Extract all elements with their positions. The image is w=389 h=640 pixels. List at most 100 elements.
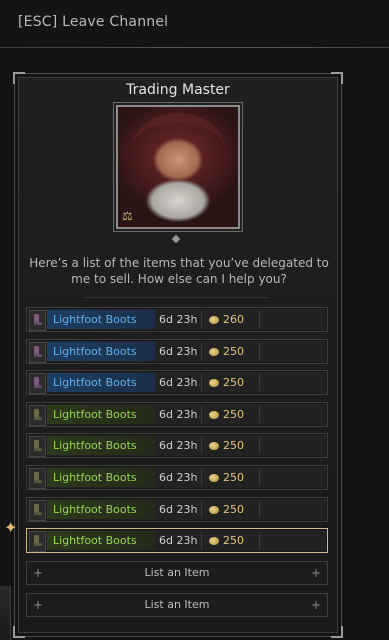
scales-icon: ⚖	[122, 209, 133, 223]
listing-list: Lightfoot Boots 6d 23h 260 Lightfoot Boots 6…	[26, 307, 328, 618]
npc-portrait: ⚖	[116, 105, 240, 229]
column-divider	[259, 311, 260, 328]
time-remaining: 6d 23h	[159, 502, 198, 516]
time-remaining: 6d 23h	[159, 470, 198, 484]
item-slot	[29, 531, 46, 553]
column-divider	[201, 468, 202, 486]
listing-row[interactable]: Lightfoot Boots 6d 23h 250	[26, 464, 328, 490]
frame-edge-decoration	[0, 586, 11, 640]
gold-coin-icon	[209, 537, 219, 546]
item-name: Lightfoot Boots	[47, 531, 155, 551]
gold-coin-icon	[209, 473, 219, 482]
item-name: Lightfoot Boots	[47, 341, 155, 361]
boots-icon	[34, 535, 42, 547]
portrait-anchor-ornament	[171, 234, 181, 244]
boots-icon	[34, 440, 42, 452]
item-slot	[29, 467, 46, 489]
item-price: 250	[209, 466, 244, 489]
item-slot	[29, 373, 46, 395]
time-remaining: 6d 23h	[159, 344, 198, 358]
column-divider	[201, 374, 202, 392]
item-name: Lightfoot Boots	[47, 373, 155, 393]
boots-icon	[34, 345, 42, 357]
column-divider	[201, 532, 202, 550]
price-value: 250	[223, 502, 244, 516]
price-value: 260	[223, 313, 244, 326]
list-an-item-button[interactable]: + List an Item +	[26, 561, 328, 586]
time-remaining: 6d 23h	[159, 376, 198, 390]
boots-icon	[34, 377, 42, 389]
listing-row[interactable]: Lightfoot Boots 6d 23h 250	[26, 496, 328, 522]
item-price: 250	[209, 529, 244, 552]
top-divider	[0, 47, 389, 48]
column-divider	[259, 437, 260, 455]
plus-icon: +	[33, 598, 44, 613]
boots-icon	[34, 471, 42, 483]
item-slot	[29, 499, 46, 521]
listing-row[interactable]: Lightfoot Boots 6d 23h 250	[26, 528, 328, 554]
item-name: Lightfoot Boots	[47, 467, 155, 487]
listing-row[interactable]: Lightfoot Boots 6d 23h 250	[26, 338, 328, 364]
column-divider	[259, 405, 260, 423]
listing-row[interactable]: Lightfoot Boots 6d 23h 250	[26, 433, 328, 459]
item-price: 250	[209, 403, 244, 426]
item-slot	[29, 404, 46, 426]
price-value: 250	[223, 376, 244, 390]
listing-row[interactable]: Lightfoot Boots 6d 23h 260	[26, 307, 328, 332]
column-divider	[201, 342, 202, 360]
listing-row[interactable]: Lightfoot Boots 6d 23h 250	[26, 370, 328, 396]
price-value: 250	[223, 439, 244, 453]
corner-ornament	[13, 626, 25, 638]
boots-icon	[34, 314, 42, 325]
plus-icon: +	[310, 566, 321, 581]
boots-icon	[34, 408, 42, 420]
column-divider	[201, 405, 202, 423]
list-an-item-label: List an Item	[144, 598, 210, 612]
portrait-hood	[132, 113, 224, 183]
column-divider	[259, 374, 260, 392]
gold-coin-icon	[209, 379, 219, 388]
item-price: 260	[209, 308, 244, 331]
item-price: 250	[209, 340, 244, 363]
item-name: Lightfoot Boots	[47, 499, 155, 519]
column-divider	[201, 500, 202, 518]
column-divider	[259, 342, 260, 360]
item-slot	[29, 341, 46, 363]
time-remaining: 6d 23h	[159, 313, 198, 326]
trading-master-panel: Trading Master ⚖ Here’s a list of the it…	[13, 72, 343, 638]
leave-channel-button[interactable]: [ESC] Leave Channel	[18, 14, 168, 30]
gold-coin-icon	[209, 347, 219, 356]
column-divider	[259, 500, 260, 518]
dotted-divider	[85, 297, 269, 298]
corner-ornament	[331, 626, 343, 638]
item-name: Lightfoot Boots	[47, 404, 155, 424]
list-an-item-button[interactable]: + List an Item +	[26, 593, 328, 618]
gold-coin-icon	[209, 442, 219, 451]
gold-coin-icon	[209, 505, 219, 514]
time-remaining: 6d 23h	[159, 439, 198, 453]
column-divider	[259, 532, 260, 550]
time-remaining: 6d 23h	[159, 407, 198, 421]
npc-title: Trading Master	[126, 82, 230, 98]
item-slot	[29, 436, 46, 458]
item-price: 250	[209, 371, 244, 394]
gold-coin-icon	[209, 410, 219, 419]
item-price: 250	[209, 434, 244, 457]
plus-icon: +	[310, 598, 321, 613]
price-value: 250	[223, 470, 244, 484]
gold-coin-icon	[209, 316, 219, 324]
listing-row[interactable]: Lightfoot Boots 6d 23h 250	[26, 401, 328, 427]
item-slot	[29, 310, 46, 331]
column-divider	[201, 437, 202, 455]
list-an-item-label: List an Item	[144, 566, 210, 580]
item-price: 250	[209, 498, 244, 521]
column-divider	[259, 468, 260, 486]
pointer-cursor-icon: ✦	[4, 518, 18, 537]
price-value: 250	[223, 344, 244, 358]
price-value: 250	[223, 407, 244, 421]
item-name: Lightfoot Boots	[47, 436, 155, 456]
time-remaining: 6d 23h	[159, 534, 198, 548]
price-value: 250	[223, 534, 244, 548]
boots-icon	[34, 503, 42, 515]
npc-greeting: Here’s a list of the items that you’ve d…	[29, 256, 329, 286]
